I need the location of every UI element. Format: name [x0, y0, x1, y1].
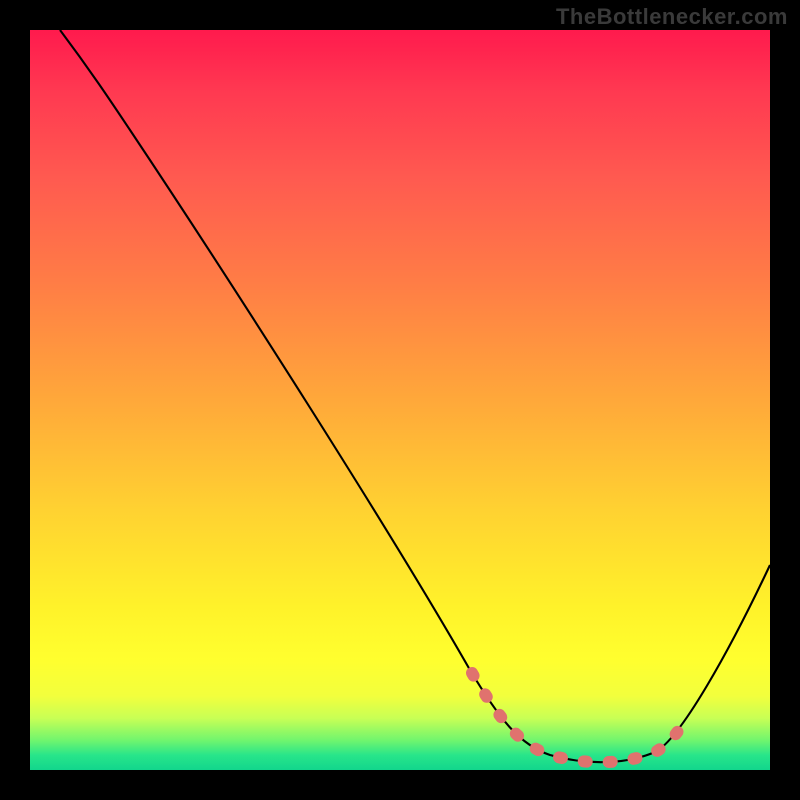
plot-area	[30, 30, 770, 770]
curve-svg	[30, 30, 770, 770]
watermark-text: TheBottlenecker.com	[556, 4, 788, 30]
flat-highlight	[472, 673, 683, 762]
chart-stage: TheBottlenecker.com	[0, 0, 800, 800]
bottleneck-curve	[60, 30, 770, 762]
